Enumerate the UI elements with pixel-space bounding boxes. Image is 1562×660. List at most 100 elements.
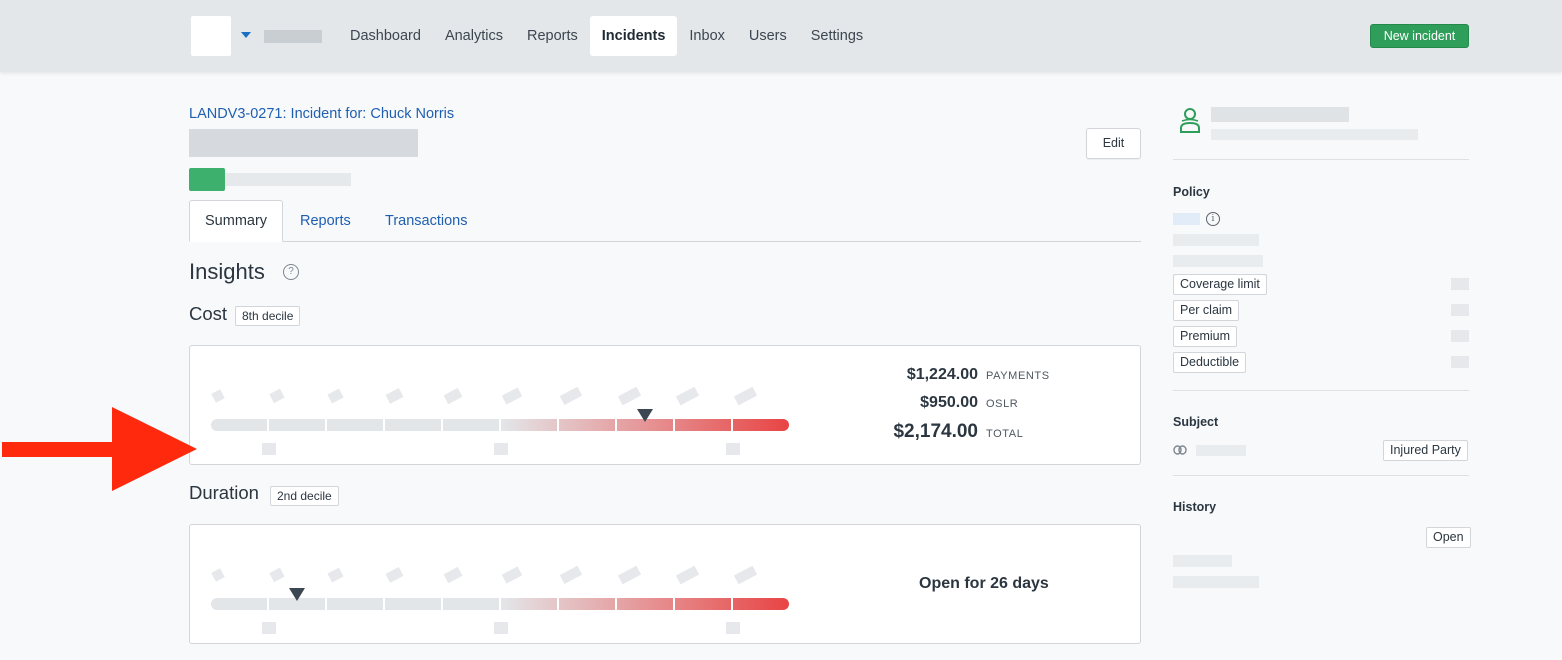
tab-reports[interactable]: Reports xyxy=(300,200,351,242)
duration-text: Open for 26 days xyxy=(919,575,1049,592)
incident-title-placeholder xyxy=(189,129,418,157)
decile-tick-mark xyxy=(617,565,642,585)
decile-tick-mark xyxy=(675,565,700,585)
decile-tick-mark xyxy=(327,567,344,583)
sidebar-divider xyxy=(1173,390,1469,391)
decile-axis-label-placeholder xyxy=(262,622,276,634)
decile-tick-mark xyxy=(385,388,404,404)
injured-party-tag: Injured Party xyxy=(1383,440,1468,461)
decile-segment xyxy=(443,598,499,610)
info-icon[interactable]: i xyxy=(1206,212,1220,226)
person-icon xyxy=(1180,108,1200,133)
payments-row: $1,224.00 PAYMENTS xyxy=(840,366,1100,384)
per-claim-tag: Per claim xyxy=(1173,300,1240,321)
decile-axis-label-placeholder xyxy=(494,443,508,455)
tab-summary[interactable]: Summary xyxy=(189,200,284,242)
nav-item-settings[interactable]: Settings xyxy=(799,16,875,56)
duration-decile-badge: 2nd decile xyxy=(270,486,339,506)
sidebar-divider xyxy=(1173,159,1469,160)
decile-segment xyxy=(675,419,731,431)
status-badge xyxy=(189,168,225,191)
top-navigation-bar: Dashboard Analytics Reports Incidents In… xyxy=(0,0,1562,72)
policy-heading: Policy xyxy=(1173,185,1210,199)
decile-segment xyxy=(211,419,267,431)
decile-axis-label-placeholder xyxy=(494,622,508,634)
deductible-value-placeholder xyxy=(1451,356,1469,368)
nav-item-analytics[interactable]: Analytics xyxy=(433,16,515,56)
help-icon[interactable]: ? xyxy=(283,264,299,280)
link-icon xyxy=(1173,445,1187,455)
decile-segment xyxy=(559,419,615,431)
total-row: $2,174.00 TOTAL xyxy=(840,421,1100,443)
oslr-label: OSLR xyxy=(986,398,1019,410)
total-value: $2,174.00 xyxy=(893,421,978,442)
decile-tick-mark xyxy=(211,568,225,582)
decile-segment xyxy=(443,419,499,431)
coverage-limit-tag: Coverage limit xyxy=(1173,274,1267,295)
nav-item-incidents[interactable]: Incidents xyxy=(589,16,678,56)
nav-item-dashboard[interactable]: Dashboard xyxy=(338,16,433,56)
chevron-down-icon[interactable] xyxy=(241,32,251,38)
payments-value: $1,224.00 xyxy=(906,366,978,383)
history-line-placeholder xyxy=(1173,576,1259,588)
new-incident-button[interactable]: New incident xyxy=(1370,24,1469,48)
insights-heading: Insights xyxy=(189,259,265,284)
subject-link-placeholder[interactable] xyxy=(1196,445,1246,456)
decile-tick-mark xyxy=(559,386,582,406)
status-text-placeholder xyxy=(225,173,351,186)
decile-tick-mark xyxy=(385,567,404,583)
duration-insight-card: Open for 26 days xyxy=(189,524,1141,644)
decile-tick-mark xyxy=(617,386,642,406)
nav-item-reports[interactable]: Reports xyxy=(515,16,590,56)
tab-transactions[interactable]: Transactions xyxy=(385,200,467,242)
decile-tick-mark xyxy=(269,567,285,583)
decile-segment xyxy=(269,419,325,431)
nav-item-inbox[interactable]: Inbox xyxy=(677,16,736,56)
decile-tick-mark xyxy=(443,566,463,584)
decile-segment xyxy=(501,419,557,431)
cost-heading: Cost xyxy=(189,303,228,324)
incident-tabs: Summary Reports Transactions xyxy=(189,200,1141,242)
decile-segment xyxy=(617,598,673,610)
cost-decile-track xyxy=(190,346,830,464)
decile-segment xyxy=(501,598,557,610)
decile-tick-mark xyxy=(675,386,700,406)
history-heading: History xyxy=(1173,500,1217,514)
decile-segment xyxy=(327,419,383,431)
decile-segment xyxy=(385,419,441,431)
decile-tick-mark xyxy=(269,388,285,404)
deductible-tag: Deductible xyxy=(1173,352,1247,373)
oslr-value: $950.00 xyxy=(920,394,978,411)
nav-item-users[interactable]: Users xyxy=(737,16,799,56)
main-nav: Dashboard Analytics Reports Incidents In… xyxy=(338,16,875,56)
duration-decile-track xyxy=(190,525,830,643)
decile-tick-mark xyxy=(733,386,758,406)
history-line-placeholder xyxy=(1173,555,1232,567)
annotation-arrow-icon xyxy=(2,407,197,491)
decile-tick-mark xyxy=(327,388,344,404)
decile-axis-label-placeholder xyxy=(726,622,740,634)
decile-axis-label-placeholder xyxy=(262,443,276,455)
decile-segment xyxy=(559,598,615,610)
policy-number-placeholder xyxy=(1173,213,1200,225)
decile-tick-mark xyxy=(501,566,523,584)
decile-axis-label-placeholder xyxy=(726,443,740,455)
payments-label: PAYMENTS xyxy=(986,370,1050,382)
edit-button[interactable]: Edit xyxy=(1086,128,1141,159)
subject-heading: Subject xyxy=(1173,415,1219,429)
organization-name-placeholder xyxy=(264,30,322,43)
per-claim-value-placeholder xyxy=(1451,304,1469,316)
history-status-tag: Open xyxy=(1426,527,1471,548)
total-label: TOTAL xyxy=(986,428,1024,440)
cost-insight-card: $1,224.00 PAYMENTS $950.00 OSLR $2,174.0… xyxy=(189,345,1141,465)
policy-line-placeholder xyxy=(1173,255,1263,267)
organization-logo[interactable] xyxy=(191,16,231,56)
decile-segment xyxy=(211,598,267,610)
cost-decile-badge: 8th decile xyxy=(235,306,301,326)
premium-value-placeholder xyxy=(1451,330,1469,342)
incident-breadcrumb-link[interactable]: LANDV3-0271: Incident for: Chuck Norris xyxy=(189,106,454,122)
coverage-limit-value-placeholder xyxy=(1451,278,1469,290)
premium-tag: Premium xyxy=(1173,326,1238,347)
decile-tick-mark xyxy=(501,387,523,405)
decile-segment xyxy=(733,419,789,431)
